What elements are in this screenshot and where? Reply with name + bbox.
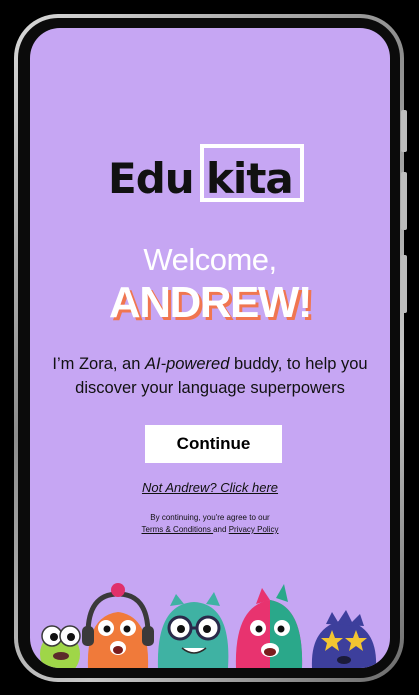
welcome-screen: Edu kita Welcome, ANDREW! I’m Zora, an A… [30, 28, 390, 668]
continue-button[interactable]: Continue [145, 425, 282, 463]
legal-links-line: Terms & Conditions and Privacy Policy [30, 524, 390, 536]
monster-mascots [40, 583, 377, 668]
not-user-link[interactable]: Not Andrew? Click here [30, 480, 390, 495]
logo-text-edu: Edu [108, 154, 195, 203]
blue-monster-icon [311, 610, 377, 668]
legal-notice: By continuing, you're agree to our Terms… [30, 512, 390, 536]
pink-monster-icon [235, 584, 303, 668]
legal-conjunction: and [213, 525, 227, 534]
orange-monster-icon [82, 583, 154, 668]
green-monster-icon [40, 625, 81, 668]
privacy-policy-link[interactable]: Privacy Policy [229, 525, 279, 534]
volume-up-button [401, 172, 407, 230]
intro-text-start: I’m Zora, an [52, 355, 145, 373]
legal-prefix: By continuing, you're agree to our [150, 513, 270, 522]
teal-monster-icon [157, 592, 229, 668]
volume-down-button [401, 255, 407, 313]
terms-link[interactable]: Terms & Conditions [142, 525, 214, 534]
app-logo: Edu kita [30, 138, 390, 208]
user-name: ANDREW! [108, 278, 313, 327]
intro-text: I’m Zora, an AI-powered buddy, to help y… [40, 352, 380, 400]
welcome-heading: Welcome, [143, 242, 277, 277]
logo-text-kita: kita [206, 154, 294, 203]
power-button [401, 110, 407, 152]
intro-text-emphasis: AI-powered [145, 355, 230, 373]
